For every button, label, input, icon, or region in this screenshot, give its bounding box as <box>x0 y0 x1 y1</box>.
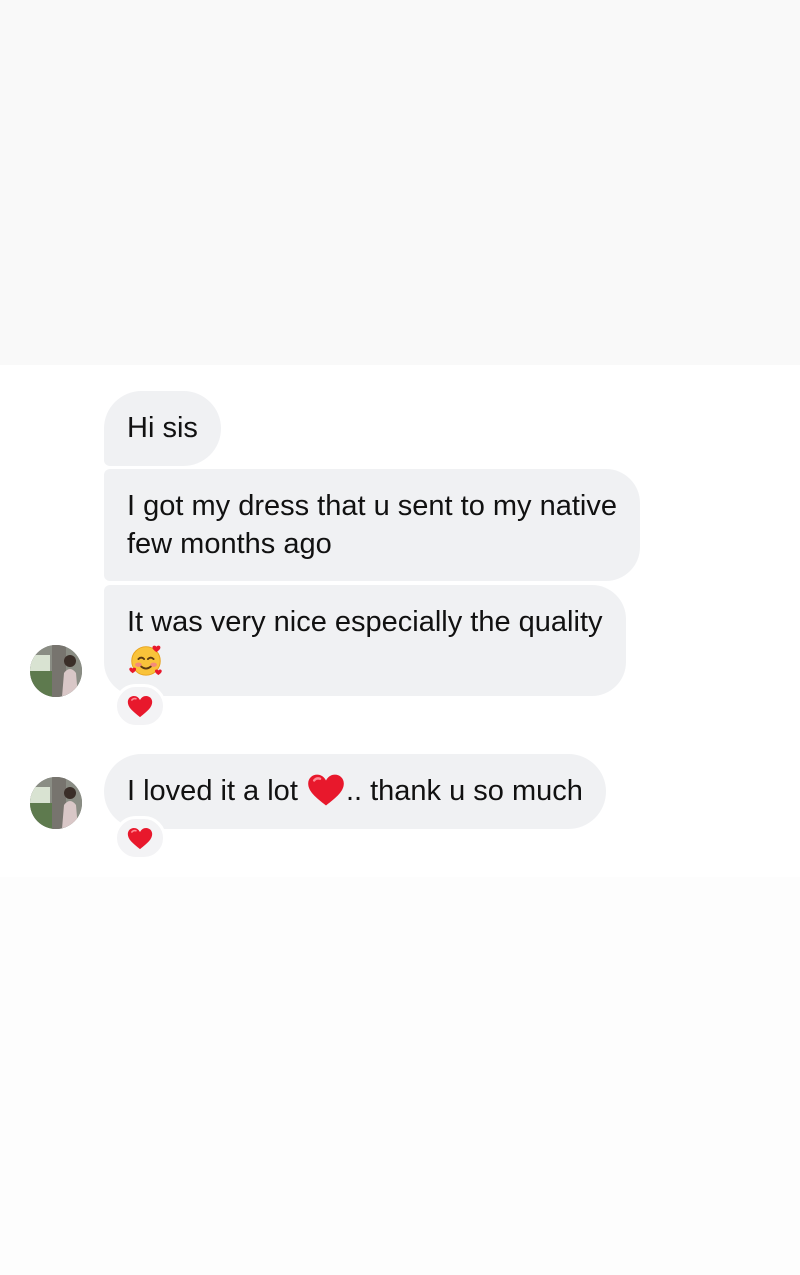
avatar[interactable] <box>30 777 82 829</box>
message-text: It was very nice especially the quality <box>127 606 603 638</box>
message-bubble[interactable]: I loved it a lot .. thank u so much <box>104 754 606 829</box>
message-text: I loved it a lot <box>127 775 306 807</box>
reaction-badge[interactable] <box>114 684 166 728</box>
red-heart-icon <box>308 774 344 806</box>
message-text: Hi sis <box>127 412 198 444</box>
message-text: I got my dress that u sent to my native <box>127 490 617 522</box>
message-bubble[interactable]: I got my dress that u sent to my native … <box>104 469 640 581</box>
red-heart-icon <box>127 827 153 849</box>
profile-photo-icon <box>30 777 82 829</box>
red-heart-icon <box>127 695 153 717</box>
reaction-badge[interactable] <box>114 816 166 860</box>
smiling-face-with-hearts-icon <box>129 645 162 676</box>
message-bubble[interactable]: It was very nice especially the quality <box>104 585 626 696</box>
blank-top-area <box>0 0 800 365</box>
blank-bottom-area <box>0 877 800 1275</box>
message-text: .. thank u so much <box>345 775 583 807</box>
message-bubble[interactable]: Hi sis <box>104 391 221 466</box>
message-emoji-line <box>127 641 603 679</box>
message-text: few months ago <box>127 528 332 560</box>
avatar[interactable] <box>30 645 82 697</box>
profile-photo-icon <box>30 645 82 697</box>
